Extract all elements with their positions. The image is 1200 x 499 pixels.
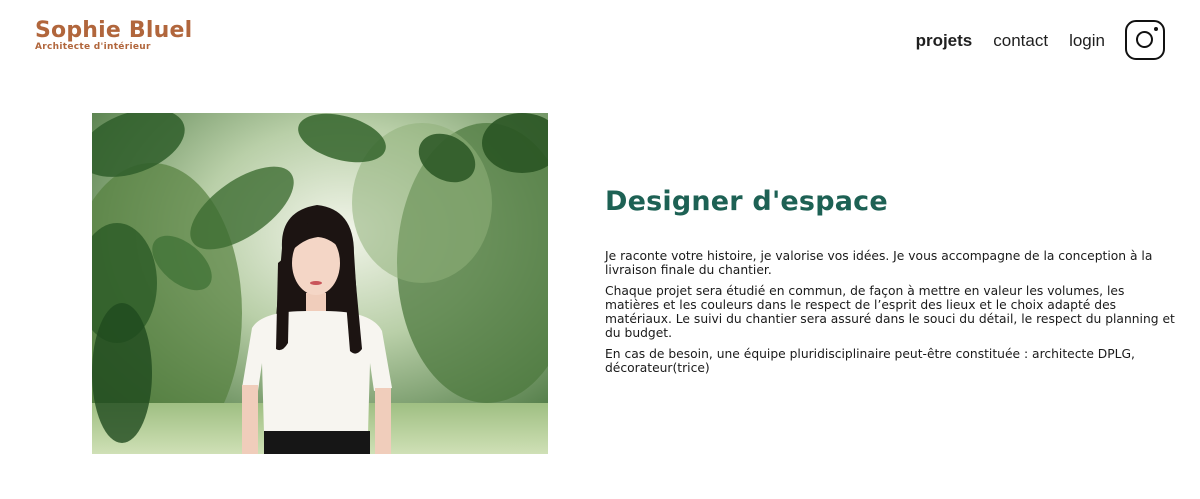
instagram-lens xyxy=(1136,31,1153,48)
main-nav: projets contact login xyxy=(916,31,1105,51)
logo-name: Sophie Bluel xyxy=(35,18,193,43)
paragraph: En cas de besoin, une équipe pluridiscip… xyxy=(605,347,1135,375)
paragraph: Je raconte votre histoire, je valorise v… xyxy=(605,249,1153,277)
nav-link-projets[interactable]: projets xyxy=(916,31,973,51)
description: Je raconte votre histoire, je valorise v… xyxy=(605,249,1175,375)
site-header: Sophie Bluel Architecte d'intérieur proj… xyxy=(0,0,1200,80)
nav-link-contact[interactable]: contact xyxy=(993,31,1048,51)
logo[interactable]: Sophie Bluel Architecte d'intérieur xyxy=(35,18,192,52)
introduction-text: Designer d'espace Je raconte votre histo… xyxy=(605,185,1175,382)
instagram-dot xyxy=(1154,27,1158,31)
paragraph: Chaque projet sera étudié en commun, de … xyxy=(605,284,1175,340)
portrait-photo xyxy=(92,113,548,454)
instagram-icon[interactable] xyxy=(1125,20,1165,60)
section-title: Designer d'espace xyxy=(605,186,888,217)
nav-link-login[interactable]: login xyxy=(1069,31,1105,51)
